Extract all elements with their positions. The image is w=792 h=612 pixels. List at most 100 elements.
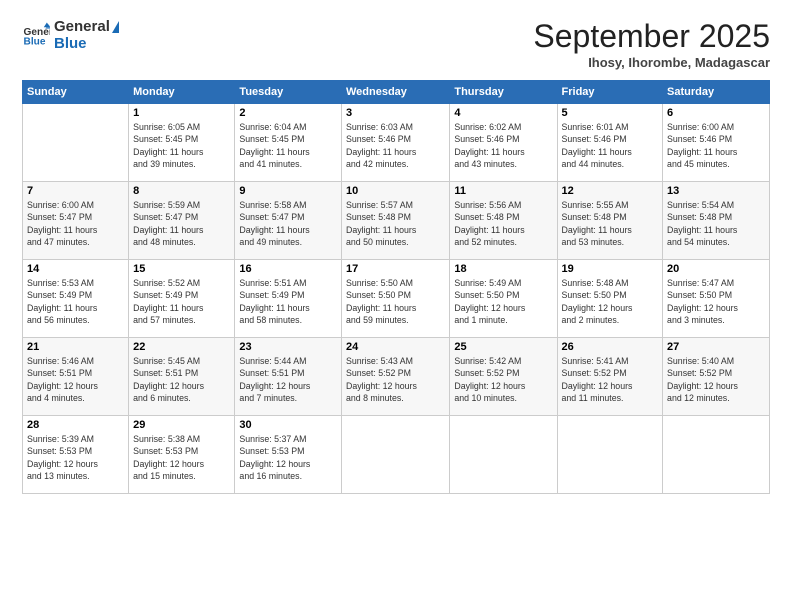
day-info: Sunrise: 6:03 AMSunset: 5:46 PMDaylight:… (346, 121, 445, 170)
day-number: 28 (27, 419, 124, 431)
info-line-3: and 45 minutes. (667, 158, 765, 170)
info-line-3: and 13 minutes. (27, 470, 124, 482)
info-line-0: Sunrise: 5:47 AM (667, 277, 765, 289)
week-row-2: 7 Sunrise: 6:00 AMSunset: 5:47 PMDaylight… (23, 182, 770, 260)
info-line-1: Sunset: 5:48 PM (454, 211, 552, 223)
info-line-3: and 42 minutes. (346, 158, 445, 170)
day-number: 12 (562, 185, 659, 197)
cell-w2-d3: 9Sunrise: 5:58 AMSunset: 5:47 PMDaylight… (235, 182, 342, 260)
info-line-0: Sunrise: 5:39 AM (27, 433, 124, 445)
cell-w3-d4: 17 Sunrise: 5:50 AMSunset: 5:50 PMDayligh… (341, 260, 449, 338)
col-saturday: Saturday (663, 81, 770, 104)
info-line-2: Daylight: 11 hours (133, 224, 230, 236)
info-line-3: and 56 minutes. (27, 314, 124, 326)
info-line-2: Daylight: 11 hours (346, 146, 445, 158)
col-monday: Monday (129, 81, 235, 104)
info-line-3: and 15 minutes. (133, 470, 230, 482)
info-line-1: Sunset: 5:50 PM (454, 289, 552, 301)
info-line-3: and 39 minutes. (133, 158, 230, 170)
day-number: 15 (133, 263, 230, 275)
info-line-2: Daylight: 12 hours (454, 380, 552, 392)
info-line-1: Sunset: 5:52 PM (346, 367, 445, 379)
cell-w3-d2: 15 Sunrise: 5:52 AMSunset: 5:49 PMDayligh… (129, 260, 235, 338)
day-info: Sunrise: 5:38 AMSunset: 5:53 PMDaylight:… (133, 433, 230, 482)
info-line-0: Sunrise: 5:42 AM (454, 355, 552, 367)
day-info: Sunrise: 5:51 AMSunset: 5:49 PMDaylight:… (239, 277, 337, 326)
info-line-3: and 41 minutes. (239, 158, 337, 170)
info-line-1: Sunset: 5:48 PM (667, 211, 765, 223)
info-line-0: Sunrise: 5:43 AM (346, 355, 445, 367)
month-title: September 2025 (533, 18, 770, 55)
info-line-0: Sunrise: 6:04 AM (239, 121, 337, 133)
info-line-1: Sunset: 5:45 PM (133, 133, 230, 145)
week-row-4: 21 Sunrise: 5:46 AMSunset: 5:51 PMDayligh… (23, 338, 770, 416)
info-line-2: Daylight: 12 hours (667, 302, 765, 314)
info-line-3: and 7 minutes. (239, 392, 337, 404)
info-line-3: and 11 minutes. (562, 392, 659, 404)
day-number: 17 (346, 263, 445, 275)
col-wednesday: Wednesday (341, 81, 449, 104)
info-line-3: and 2 minutes. (562, 314, 659, 326)
info-line-3: and 4 minutes. (27, 392, 124, 404)
info-line-1: Sunset: 5:49 PM (133, 289, 230, 301)
info-line-0: Sunrise: 5:59 AM (133, 199, 230, 211)
info-line-2: Daylight: 11 hours (454, 224, 552, 236)
day-info: Sunrise: 5:45 AMSunset: 5:51 PMDaylight:… (133, 355, 230, 404)
cell-w3-d3: 16Sunrise: 5:51 AMSunset: 5:49 PMDayligh… (235, 260, 342, 338)
day-info: Sunrise: 6:00 AMSunset: 5:47 PMDaylight:… (27, 199, 124, 248)
logo-general: General (54, 18, 110, 35)
cell-w5-d5 (450, 416, 557, 494)
info-line-0: Sunrise: 6:02 AM (454, 121, 552, 133)
info-line-2: Daylight: 12 hours (667, 380, 765, 392)
day-number: 9 (239, 185, 337, 197)
day-info: Sunrise: 5:49 AMSunset: 5:50 PMDaylight:… (454, 277, 552, 326)
day-number: 14 (27, 263, 124, 275)
cell-w1-d1 (23, 104, 129, 182)
info-line-1: Sunset: 5:53 PM (27, 445, 124, 457)
info-line-3: and 49 minutes. (239, 236, 337, 248)
info-line-3: and 50 minutes. (346, 236, 445, 248)
col-thursday: Thursday (450, 81, 557, 104)
info-line-0: Sunrise: 5:40 AM (667, 355, 765, 367)
info-line-3: and 12 minutes. (667, 392, 765, 404)
col-tuesday: Tuesday (235, 81, 342, 104)
day-info: Sunrise: 5:42 AMSunset: 5:52 PMDaylight:… (454, 355, 552, 404)
calendar-page: General Blue General Blue September 2025… (0, 0, 792, 612)
info-line-0: Sunrise: 5:37 AM (239, 433, 337, 445)
info-line-0: Sunrise: 6:05 AM (133, 121, 230, 133)
info-line-3: and 16 minutes. (239, 470, 337, 482)
day-info: Sunrise: 6:02 AMSunset: 5:46 PMDaylight:… (454, 121, 552, 170)
day-info: Sunrise: 6:05 AMSunset: 5:45 PMDaylight:… (133, 121, 230, 170)
info-line-1: Sunset: 5:50 PM (562, 289, 659, 301)
location-subtitle: Ihosy, Ihorombe, Madagascar (533, 55, 770, 70)
week-row-3: 14Sunrise: 5:53 AMSunset: 5:49 PMDayligh… (23, 260, 770, 338)
day-info: Sunrise: 6:01 AMSunset: 5:46 PMDaylight:… (562, 121, 659, 170)
title-section: September 2025 Ihosy, Ihorombe, Madagasc… (533, 18, 770, 70)
info-line-0: Sunrise: 5:51 AM (239, 277, 337, 289)
info-line-3: and 1 minute. (454, 314, 552, 326)
day-info: Sunrise: 5:41 AMSunset: 5:52 PMDaylight:… (562, 355, 659, 404)
info-line-1: Sunset: 5:48 PM (562, 211, 659, 223)
info-line-1: Sunset: 5:51 PM (239, 367, 337, 379)
info-line-1: Sunset: 5:52 PM (562, 367, 659, 379)
day-info: Sunrise: 5:52 AMSunset: 5:49 PMDaylight:… (133, 277, 230, 326)
day-number: 2 (239, 107, 337, 119)
calendar-table: Sunday Monday Tuesday Wednesday Thursday… (22, 80, 770, 494)
day-number: 30 (239, 419, 337, 431)
day-number: 10 (346, 185, 445, 197)
cell-w1-d2: 1Sunrise: 6:05 AMSunset: 5:45 PMDaylight… (129, 104, 235, 182)
day-number: 7 (27, 185, 124, 197)
logo-blue: Blue (54, 35, 119, 52)
info-line-3: and 58 minutes. (239, 314, 337, 326)
day-info: Sunrise: 5:54 AMSunset: 5:48 PMDaylight:… (667, 199, 765, 248)
day-info: Sunrise: 5:50 AMSunset: 5:50 PMDaylight:… (346, 277, 445, 326)
day-info: Sunrise: 5:46 AMSunset: 5:51 PMDaylight:… (27, 355, 124, 404)
info-line-3: and 3 minutes. (667, 314, 765, 326)
week-row-1: 1Sunrise: 6:05 AMSunset: 5:45 PMDaylight… (23, 104, 770, 182)
info-line-2: Daylight: 12 hours (454, 302, 552, 314)
logo: General Blue General Blue (22, 18, 119, 53)
header-row: Sunday Monday Tuesday Wednesday Thursday… (23, 81, 770, 104)
day-number: 21 (27, 341, 124, 353)
cell-w2-d4: 10Sunrise: 5:57 AMSunset: 5:48 PMDayligh… (341, 182, 449, 260)
info-line-1: Sunset: 5:47 PM (239, 211, 337, 223)
